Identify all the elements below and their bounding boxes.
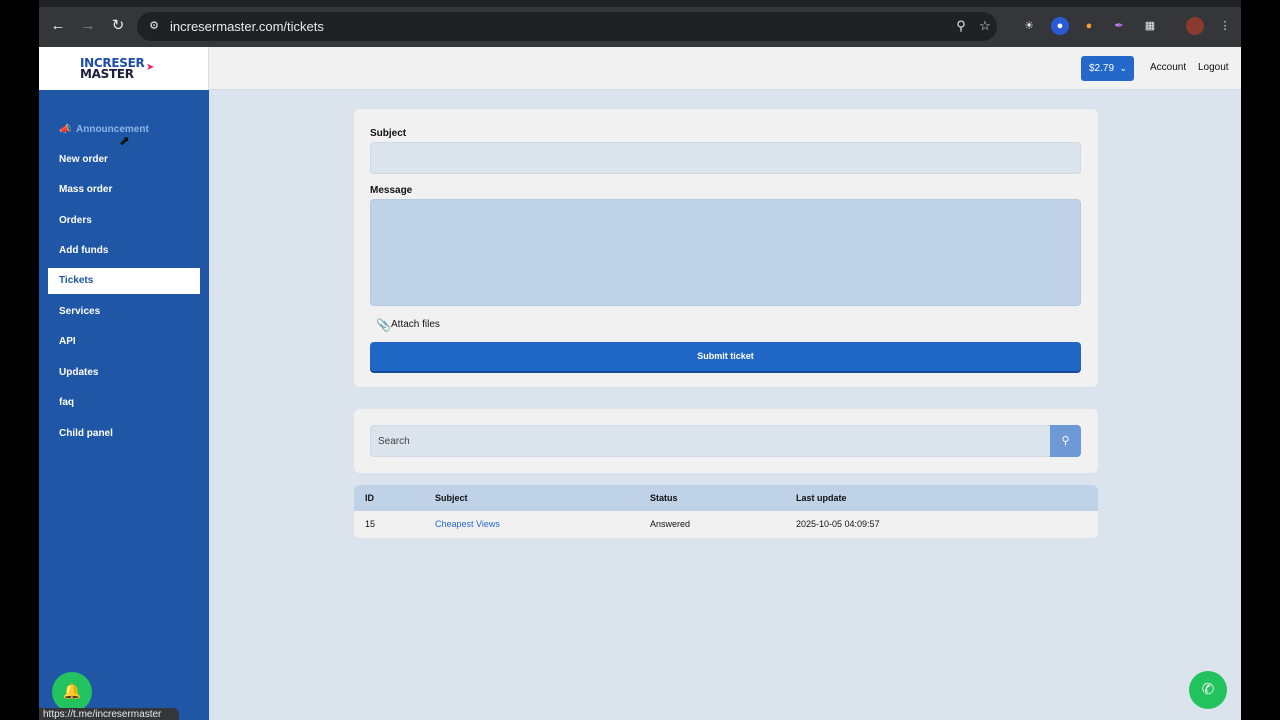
- browser-toolbar: ← → ↻ ⚙ incresermaster.com/tickets ⚲ ☆ ☀…: [39, 0, 1241, 47]
- submit-ticket-button[interactable]: Submit ticket: [370, 342, 1081, 371]
- address-url[interactable]: incresermaster.com/tickets: [170, 19, 324, 34]
- zoom-icon[interactable]: ⚲: [952, 17, 970, 35]
- sidebar-item-mass-order[interactable]: Mass order: [59, 184, 112, 195]
- site-info-icon[interactable]: ⚙: [147, 19, 161, 33]
- balance-amount: $2.79: [1089, 63, 1115, 74]
- whatsapp-icon: ✆: [1201, 681, 1215, 698]
- tab-strip: [39, 0, 1241, 7]
- sidebar-item-child-panel[interactable]: Child panel: [59, 428, 113, 439]
- column-header-subject: Subject: [435, 493, 468, 503]
- puzzle-extensions-icon[interactable]: ▦: [1141, 17, 1159, 35]
- circle-extension-icon[interactable]: ●: [1051, 17, 1069, 35]
- mouse-cursor-icon: ⬈: [119, 133, 130, 148]
- logo-line2: MASTER: [80, 67, 134, 81]
- column-header-id: ID: [365, 493, 374, 503]
- sidebar-item-api[interactable]: API: [59, 336, 76, 347]
- search-input[interactable]: [370, 425, 1051, 457]
- balance-dropdown[interactable]: $2.79 ⌄: [1081, 56, 1134, 81]
- feather-extension-icon[interactable]: ✒: [1110, 17, 1128, 35]
- search-button[interactable]: ⚲: [1050, 425, 1081, 457]
- link-hover-status: https://t.me/incresermaster: [39, 708, 179, 720]
- kebab-menu-icon[interactable]: ⋮: [1216, 17, 1234, 35]
- tickets-table: ID Subject Status Last update 15 Cheapes…: [354, 485, 1098, 538]
- reload-icon[interactable]: ↻: [108, 16, 128, 36]
- column-header-status: Status: [650, 493, 678, 503]
- whatsapp-chat-button[interactable]: ✆: [1189, 671, 1227, 709]
- logo-arrow-icon: ➤: [146, 62, 155, 73]
- bookmark-star-icon[interactable]: ☆: [976, 17, 994, 35]
- logout-link[interactable]: Logout: [1198, 62, 1229, 73]
- person-extension-icon[interactable]: ●: [1080, 17, 1098, 35]
- account-link[interactable]: Account: [1150, 62, 1186, 73]
- search-icon: ⚲: [1061, 435, 1070, 447]
- back-icon[interactable]: ←: [48, 16, 68, 36]
- sidebar-item-label: Tickets: [59, 275, 94, 286]
- ticket-last-update: 2025-10-05 04:09:57: [796, 519, 880, 529]
- brightness-extension-icon[interactable]: ☀: [1020, 17, 1038, 35]
- sidebar-item-orders[interactable]: Orders: [59, 215, 92, 226]
- notification-bell-button[interactable]: 🔔: [52, 672, 92, 712]
- browser-window: ← → ↻ ⚙ incresermaster.com/tickets ⚲ ☆ ☀…: [39, 0, 1241, 720]
- ticket-subject-link[interactable]: Cheapest Views: [435, 519, 500, 529]
- address-bar[interactable]: ⚙ incresermaster.com/tickets ⚲ ☆: [137, 12, 997, 41]
- chevron-down-icon: ⌄: [1119, 63, 1127, 73]
- sidebar-item-add-funds[interactable]: Add funds: [59, 245, 108, 256]
- attach-files-link[interactable]: Attach files: [391, 319, 440, 330]
- megaphone-icon: 📣: [59, 124, 72, 135]
- profile-avatar[interactable]: [1186, 17, 1204, 35]
- search-card: ⚲: [354, 409, 1098, 473]
- sidebar-item-updates[interactable]: Updates: [59, 367, 98, 378]
- paperclip-icon[interactable]: 📎: [376, 319, 391, 331]
- site-header: INCRESER MASTER ➤ $2.79 ⌄ Account Logout: [39, 47, 1241, 90]
- bell-icon: 🔔: [62, 683, 82, 700]
- sidebar-item-faq[interactable]: faq: [59, 397, 74, 408]
- sidebar-item-services[interactable]: Services: [59, 306, 100, 317]
- ticket-id: 15: [365, 519, 376, 529]
- sidebar-item-new-order[interactable]: New order: [59, 154, 108, 165]
- new-ticket-card: Subject Message 📎 Attach files Submit ti…: [354, 109, 1098, 387]
- table-header: ID Subject Status Last update: [354, 485, 1098, 511]
- column-header-last-update: Last update: [796, 493, 847, 503]
- sidebar-item-announcement[interactable]: Announcement: [76, 124, 149, 135]
- message-label: Message: [370, 185, 413, 196]
- message-textarea[interactable]: [370, 199, 1081, 306]
- forward-icon[interactable]: →: [78, 16, 98, 36]
- subject-input[interactable]: [370, 142, 1081, 174]
- site-logo[interactable]: INCRESER MASTER ➤: [39, 47, 209, 90]
- sidebar-item-tickets[interactable]: Tickets: [48, 268, 200, 294]
- ticket-status: Answered: [650, 519, 691, 529]
- subject-label: Subject: [370, 128, 407, 139]
